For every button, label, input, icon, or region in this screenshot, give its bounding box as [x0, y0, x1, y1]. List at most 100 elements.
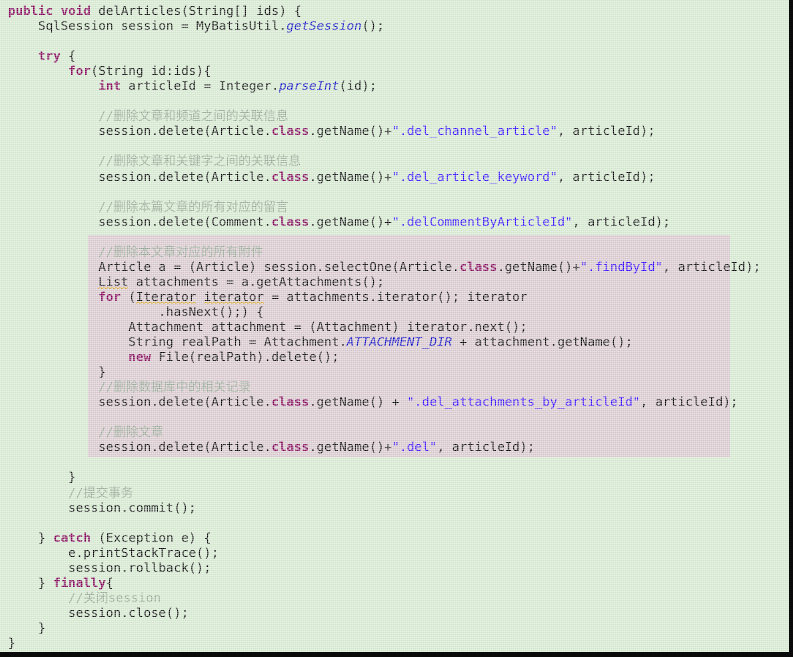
code-token: } — [38, 574, 54, 590]
code-line[interactable] — [0, 138, 789, 153]
static-member-token: parseInt — [278, 78, 340, 94]
code-line[interactable]: session.delete(Article.class.getName()+"… — [0, 123, 789, 138]
code-line[interactable]: } — [0, 469, 789, 484]
code-token: session.close(); — [68, 604, 189, 620]
code-line[interactable]: } — [0, 635, 789, 650]
code-line[interactable]: public void delArticles(String[] ids) { — [0, 3, 789, 18]
keyword-token: catch — [53, 529, 91, 545]
code-line[interactable] — [0, 229, 789, 244]
code-line[interactable]: //关闭session — [0, 590, 789, 605]
code-line[interactable]: Attachment attachment = (Attachment) ite… — [0, 319, 789, 334]
warning-underlined-token: iterator — [203, 288, 264, 304]
code-line[interactable]: session.commit(); — [0, 500, 789, 515]
code-line[interactable]: for (Iterator iterator = attachments.ite… — [0, 288, 789, 304]
code-line[interactable]: //删除文章和频道之间的关联信息 — [0, 108, 789, 123]
code-line[interactable]: //删除本篇文章的所有对应的留言 — [0, 199, 789, 214]
code-line[interactable]: for(String id:ids){ — [0, 63, 789, 78]
code-token: , articleId); — [437, 439, 535, 455]
code-token: (Exception e) { — [90, 529, 212, 545]
static-member-token: getSession — [286, 18, 362, 34]
code-line[interactable]: session.delete(Comment.class.getName()+"… — [0, 214, 789, 229]
comment-token: //删除本篇文章的所有对应的留言 — [98, 198, 289, 214]
code-line[interactable]: SqlSession session = MyBatisUtil.getSess… — [0, 18, 789, 33]
code-line[interactable]: List attachments = a.getAttachments(); — [0, 273, 789, 289]
code-line[interactable]: } — [0, 620, 789, 635]
code-token: (id); — [339, 78, 377, 94]
keyword-token: class — [271, 123, 310, 139]
code-token: delArticles(String[] ids) { — [90, 3, 302, 18]
code-line[interactable]: //删除数据库中的相关记录 — [0, 379, 789, 394]
keyword-token: int — [98, 78, 121, 94]
code-token: session.delete(Article. — [98, 394, 272, 410]
warning-underlined-token: List — [98, 273, 129, 289]
code-line[interactable]: Article a = (Article) session.selectOne(… — [0, 259, 789, 274]
code-line[interactable]: session.rollback(); — [0, 560, 789, 575]
code-line[interactable]: e.printStackTrace(); — [0, 545, 789, 560]
code-line[interactable]: session.close(); — [0, 605, 789, 620]
keyword-token: for — [68, 63, 91, 79]
code-line[interactable]: //删除文章和关键字之间的关联信息 — [0, 153, 789, 168]
code-line[interactable] — [0, 409, 789, 424]
code-token: SqlSession session = MyBatisUtil. — [38, 18, 287, 34]
code-token: session.delete(Article. — [98, 439, 272, 455]
keyword-token: class — [271, 213, 310, 229]
string-literal-token: ".findById" — [579, 258, 663, 274]
comment-token: //删除数据库中的相关记录 — [98, 379, 251, 395]
code-line[interactable]: } — [0, 364, 789, 379]
code-lines-container[interactable]: public void delArticles(String[] ids) { … — [0, 0, 789, 650]
code-line[interactable]: int articleId = Integer.parseInt(id); — [0, 78, 789, 93]
code-line[interactable]: try { — [0, 48, 789, 63]
code-token: , articleId); — [640, 394, 739, 410]
code-line[interactable]: //删除文章 — [0, 424, 789, 439]
keyword-token: class — [271, 168, 310, 184]
code-line[interactable] — [0, 33, 789, 48]
code-editor-surface[interactable]: public void delArticles(String[] ids) { … — [0, 0, 793, 657]
keyword-token: for — [98, 288, 121, 304]
comment-token: //删除文章和频道之间的关联信息 — [98, 108, 289, 124]
code-token: session.delete(Article. — [98, 168, 272, 184]
code-line[interactable]: } finally{ — [0, 575, 789, 590]
code-token: } — [38, 619, 46, 635]
code-token: + attachment.getName(); — [452, 334, 633, 350]
code-line[interactable]: new File(realPath).delete(); — [0, 349, 789, 364]
code-line[interactable]: //提交事务 — [0, 485, 789, 500]
code-token: session.delete(Comment. — [98, 213, 272, 229]
code-line[interactable] — [0, 454, 789, 469]
code-token: e.printStackTrace(); — [68, 544, 219, 560]
code-token: .getName()+ — [309, 123, 392, 139]
code-line[interactable]: } catch (Exception e) { — [0, 530, 789, 545]
comment-token: //删除本文章对应的所有附件 — [98, 243, 264, 259]
code-line[interactable]: session.delete(Article.class.getName()+"… — [0, 439, 789, 454]
code-line[interactable] — [0, 515, 789, 530]
code-token: .getName()+ — [309, 168, 392, 184]
code-line[interactable]: .hasNext();) { — [0, 304, 789, 319]
code-line[interactable]: //删除本文章对应的所有附件 — [0, 244, 789, 259]
code-line[interactable]: String realPath = Attachment.ATTACHMENT_… — [0, 334, 789, 349]
code-line[interactable] — [0, 93, 789, 108]
code-token: (String id:ids){ — [90, 63, 212, 79]
code-line[interactable]: session.delete(Article.class.getName() +… — [0, 394, 789, 409]
code-token: attachments = a.getAttachments(); — [128, 273, 385, 289]
code-line[interactable]: session.delete(Article.class.getName()+"… — [0, 169, 789, 184]
keyword-token: new — [128, 349, 151, 365]
code-line[interactable] — [0, 184, 789, 199]
